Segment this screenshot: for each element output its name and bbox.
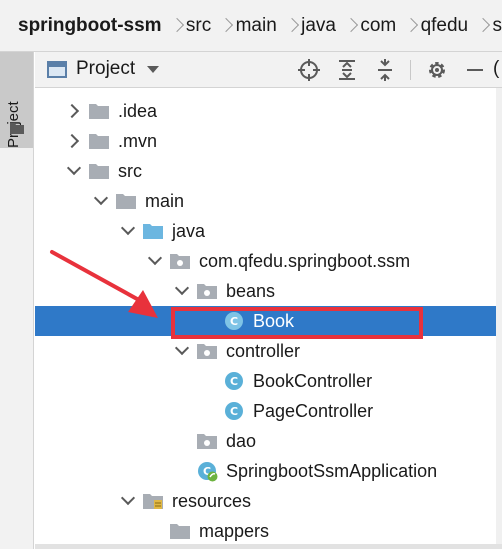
annotation-arrow: [50, 250, 158, 318]
